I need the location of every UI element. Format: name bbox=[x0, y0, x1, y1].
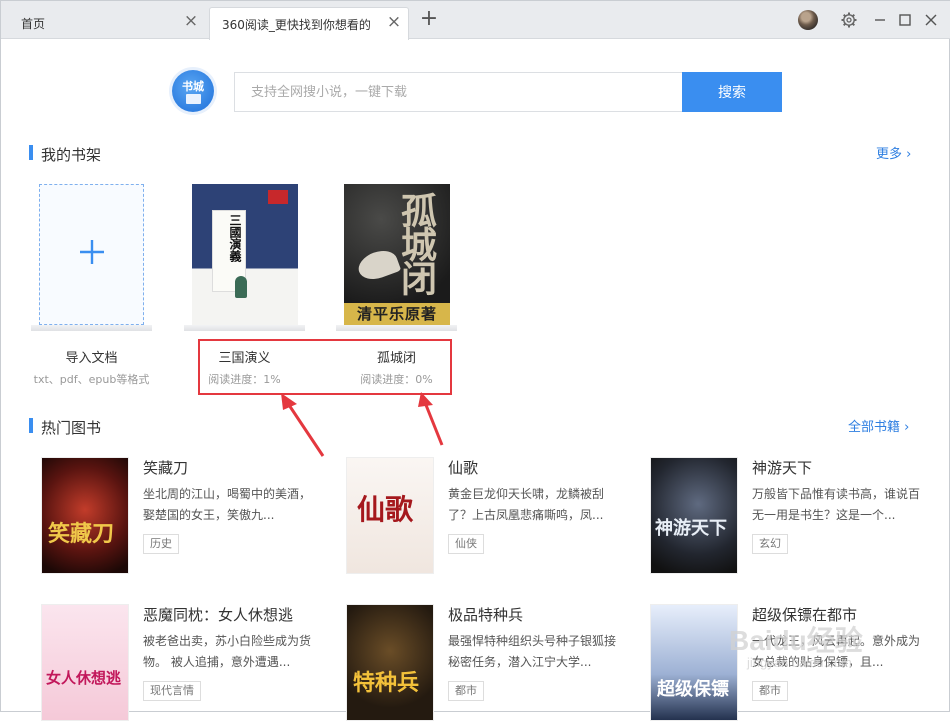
genre-tag[interactable]: 现代言情 bbox=[143, 681, 201, 701]
cover-title-text: 特种兵 bbox=[353, 670, 420, 696]
all-books-label: 全部书籍 bbox=[848, 420, 901, 435]
genre-tag[interactable]: 都市 bbox=[752, 681, 788, 701]
book-title[interactable]: 笑藏刀 bbox=[143, 457, 188, 478]
book-icon bbox=[186, 94, 201, 104]
book-cover: 女人休想逃 bbox=[41, 604, 129, 721]
minimize-icon[interactable] bbox=[871, 11, 889, 29]
hot-book-card[interactable]: 特种兵 极品特种兵 最强悍特种组织头号种子银狐接秘密任务，潜入江宁大学... 都… bbox=[346, 604, 636, 722]
shelf-base bbox=[31, 325, 152, 331]
hot-book-card[interactable]: 笑藏刀 笑藏刀 坐北周的江山，喝蜀中的美酒，娶楚国的女王，笑傲九... 历史 bbox=[41, 457, 331, 575]
cover-title-text: 女人休想逃 bbox=[46, 669, 122, 687]
book-description: 被老爸出卖，苏小白险些成为货物。 被人追捕，意外遭遇... bbox=[143, 634, 312, 669]
import-formats: txt、pdf、epub等格式 bbox=[33, 373, 150, 386]
book-cover: 超级保镖 bbox=[650, 604, 738, 721]
book-description: 最强悍特种组织头号种子银狐接秘密任务，潜入江宁大学... bbox=[448, 634, 617, 669]
shelf-base bbox=[184, 325, 305, 331]
user-avatar[interactable] bbox=[798, 10, 818, 30]
cover-title-text: 超级保镖 bbox=[657, 679, 729, 700]
shelf-base bbox=[336, 325, 457, 331]
tab-360-reader[interactable]: 360阅读_更快找到你想看的 × bbox=[209, 7, 409, 40]
book-title[interactable]: 极品特种兵 bbox=[448, 604, 523, 625]
hot-book-card[interactable]: 神游天下 神游天下 万般皆下品惟有读书高，谁说百无一用是书生？这是一个... 玄… bbox=[650, 457, 940, 575]
tab-bar: 首页 × 360阅读_更快找到你想看的 × + bbox=[1, 1, 950, 40]
genre-tag[interactable]: 历史 bbox=[143, 534, 179, 554]
browser-window: 首页 × 360阅读_更快找到你想看的 × + 书城 支持全网搜小说，一键下载 … bbox=[0, 0, 950, 721]
annotation-highlight-box bbox=[198, 339, 452, 395]
tab-home[interactable]: 首页 × bbox=[9, 7, 209, 39]
bookshelf-more-label: 更多 bbox=[876, 147, 903, 162]
hot-books-title: 热门图书 bbox=[41, 419, 102, 437]
book-cover-sanguo[interactable]: 三國演義 bbox=[192, 184, 298, 325]
tab-360-reader-label: 360阅读_更快找到你想看的 bbox=[222, 18, 371, 32]
search-input[interactable] bbox=[234, 72, 683, 112]
book-title[interactable]: 恶魔同枕：女人休想逃 bbox=[143, 604, 293, 625]
new-tab-icon[interactable]: + bbox=[418, 8, 440, 31]
book-cover-gucheng[interactable]: 孤城闭 清平乐原著 bbox=[344, 184, 450, 325]
section-marker bbox=[29, 418, 33, 433]
book-cover: 特种兵 bbox=[346, 604, 434, 721]
close-window-icon[interactable] bbox=[922, 11, 940, 29]
hot-book-card[interactable]: 女人休想逃 恶魔同枕：女人休想逃 被老爸出卖，苏小白险些成为货物。 被人追捕，意… bbox=[41, 604, 331, 722]
import-label: 导入文档 bbox=[65, 351, 118, 366]
book-description: 坐北周的江山，喝蜀中的美酒，娶楚国的女王，笑傲九... bbox=[143, 487, 312, 522]
genre-tag[interactable]: 仙侠 bbox=[448, 534, 484, 554]
hot-book-card[interactable]: 仙歌 仙歌 黄金巨龙仰天长啸，龙鳞被刮了？上古凤凰悲痛嘶鸣，凤... 仙侠 bbox=[346, 457, 636, 575]
book-cover: 仙歌 bbox=[346, 457, 434, 574]
book-title[interactable]: 神游天下 bbox=[752, 457, 812, 478]
book-cover: 笑藏刀 bbox=[41, 457, 129, 574]
cover-banner: 清平乐原著 bbox=[344, 303, 450, 325]
cover-title-text: 神游天下 bbox=[655, 518, 727, 539]
close-tab-icon[interactable]: × bbox=[183, 13, 199, 30]
bookshelf-more-link[interactable]: 更多 › bbox=[876, 143, 911, 162]
section-marker bbox=[29, 145, 33, 160]
cover-figure bbox=[235, 276, 247, 298]
book-description: 万般皆下品惟有读书高，谁说百无一用是书生？这是一个... bbox=[752, 487, 921, 522]
watermark-text: Baidu经验 bbox=[729, 625, 863, 656]
bookshelf-title: 我的书架 bbox=[41, 146, 102, 164]
cover-title-text: 三國演義 bbox=[228, 214, 242, 262]
bookstore-logo[interactable]: 书城 bbox=[172, 70, 214, 112]
close-tab-icon[interactable]: × bbox=[386, 14, 402, 31]
search-button[interactable]: 搜索 bbox=[682, 72, 782, 112]
watermark-sub: jingyan.baidu.com bbox=[747, 655, 852, 670]
publisher-tag bbox=[268, 190, 288, 204]
genre-tag[interactable]: 都市 bbox=[448, 681, 484, 701]
watermark: Baidu经验 jingyan.baidu.com bbox=[729, 619, 929, 679]
cover-title-text: 仙歌 bbox=[357, 493, 414, 526]
plus-icon bbox=[80, 240, 104, 264]
import-document-button[interactable] bbox=[39, 184, 144, 325]
book-description: 黄金巨龙仰天长啸，龙鳞被刮了？上古凤凰悲痛嘶鸣，凤... bbox=[448, 487, 605, 522]
book-title[interactable]: 仙歌 bbox=[448, 457, 478, 478]
genre-tag[interactable]: 玄幻 bbox=[752, 534, 788, 554]
all-books-link[interactable]: 全部书籍 › bbox=[848, 416, 909, 435]
cover-title-text: 笑藏刀 bbox=[48, 521, 115, 547]
maximize-icon[interactable] bbox=[896, 11, 914, 29]
gear-icon[interactable] bbox=[840, 11, 858, 29]
bookstore-logo-text: 书城 bbox=[182, 80, 204, 93]
cover-title-text: 孤城闭 bbox=[395, 192, 437, 294]
book-cover: 神游天下 bbox=[650, 457, 738, 574]
tab-home-label: 首页 bbox=[21, 17, 46, 31]
